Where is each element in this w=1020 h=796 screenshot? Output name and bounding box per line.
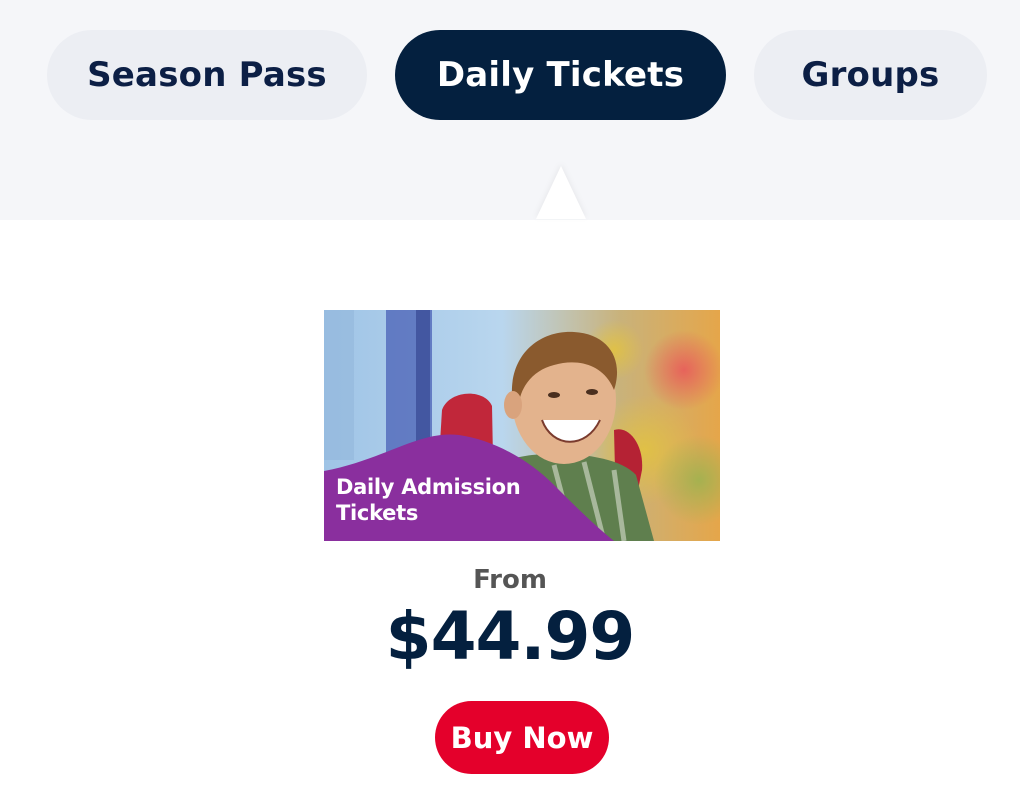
tab-groups[interactable]: Groups xyxy=(754,30,987,120)
from-label: From xyxy=(473,565,547,595)
tab-season-pass[interactable]: Season Pass xyxy=(47,30,367,120)
tab-daily-tickets[interactable]: Daily Tickets xyxy=(395,30,726,120)
price: $44.99 xyxy=(385,598,636,675)
active-tab-pointer xyxy=(536,166,586,219)
product-image-caption: Daily Admission Tickets xyxy=(336,474,556,526)
ticket-type-tab-bar: Season Pass Daily Tickets Groups xyxy=(0,0,1020,220)
caption-line-1: Daily Admission xyxy=(336,475,521,499)
caption-line-2: Tickets xyxy=(336,501,419,525)
buy-now-button[interactable]: Buy Now xyxy=(435,701,609,774)
